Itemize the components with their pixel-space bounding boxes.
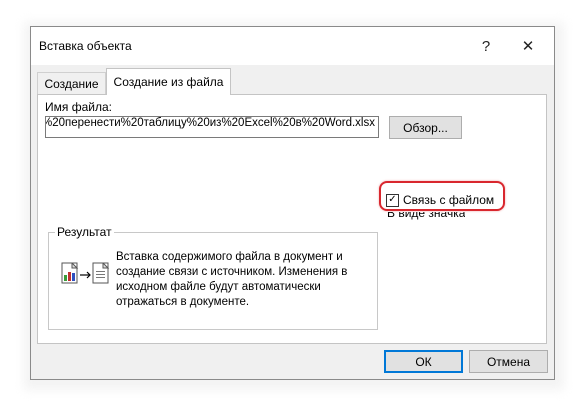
display-as-icon-option[interactable]: В виде значка bbox=[387, 212, 465, 222]
insert-object-dialog: Вставка объекта ? ✕ Создание Создание из… bbox=[30, 26, 555, 380]
link-file-icon bbox=[61, 262, 110, 284]
cancel-label: Отмена bbox=[486, 354, 531, 369]
help-button[interactable]: ? bbox=[471, 33, 501, 59]
highlight-frame bbox=[379, 181, 505, 211]
result-group: Результат Вставка содержимого файла в до… bbox=[48, 225, 378, 330]
display-as-icon-label: В виде значка bbox=[387, 212, 466, 220]
dialog-titlebar: Вставка объекта ? ✕ bbox=[31, 27, 554, 65]
close-icon: ✕ bbox=[521, 38, 535, 55]
browse-button[interactable]: Обзор... bbox=[389, 116, 462, 139]
close-button[interactable]: ✕ bbox=[513, 33, 543, 59]
tab-create-from-file[interactable]: Создание из файла bbox=[106, 68, 231, 95]
tab-label: Создание bbox=[44, 76, 99, 91]
ok-button[interactable]: ОК bbox=[384, 350, 463, 373]
tab-create-new[interactable]: Создание bbox=[37, 72, 106, 94]
result-description: Вставка содержимого файла в документ и с… bbox=[116, 251, 348, 308]
tab-label: Создание из файла bbox=[113, 75, 224, 89]
cancel-button[interactable]: Отмена bbox=[469, 350, 548, 373]
ok-label: ОК bbox=[415, 354, 432, 369]
file-name-value: Как%20перенести%20таблицу%20из%20Excel%2… bbox=[45, 117, 375, 129]
file-name-input[interactable]: Как%20перенести%20таблицу%20из%20Excel%2… bbox=[45, 116, 379, 138]
dialog-title: Вставка объекта bbox=[39, 39, 132, 53]
file-name-label: Имя файла: bbox=[45, 100, 112, 114]
help-icon: ? bbox=[481, 37, 491, 55]
result-legend: Результат bbox=[55, 225, 114, 239]
browse-label: Обзор... bbox=[403, 120, 448, 135]
